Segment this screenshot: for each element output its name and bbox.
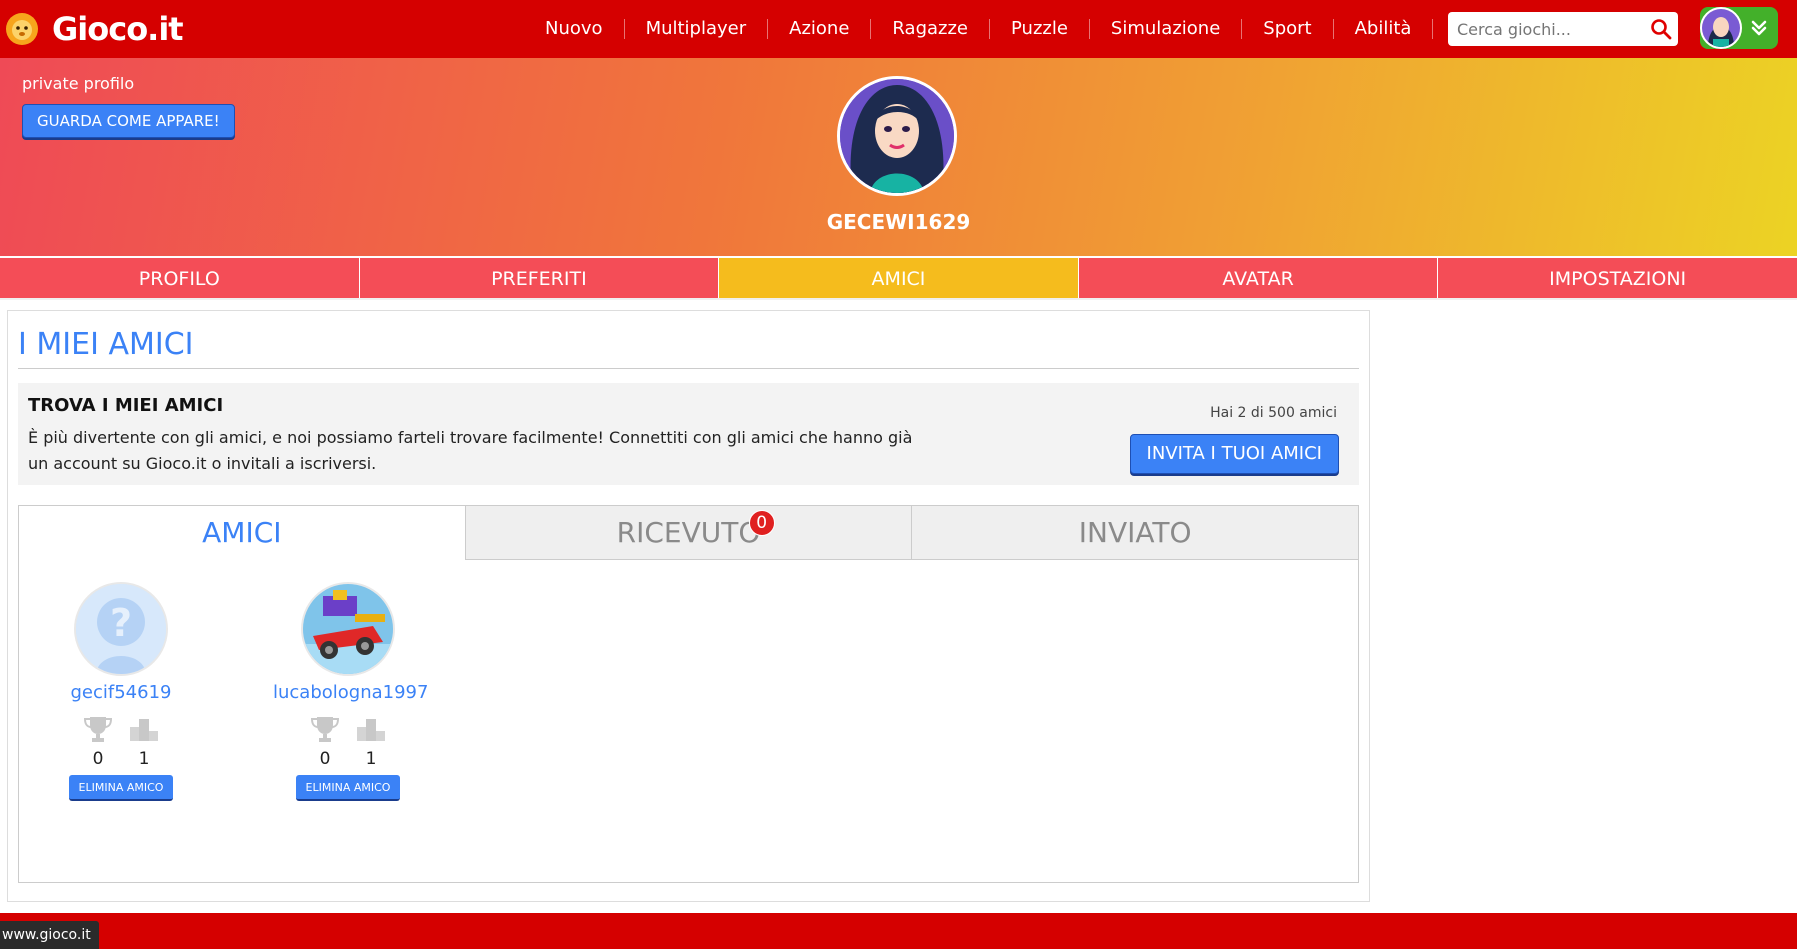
nav-item-simulazione[interactable]: Simulazione: [1088, 19, 1241, 39]
subtab-inviato[interactable]: INVIATO: [911, 506, 1359, 560]
invite-friends-button[interactable]: INVITA I TUOI AMICI: [1129, 434, 1339, 474]
svg-text:?: ?: [110, 601, 132, 645]
nav-item-abilita[interactable]: Abilità: [1332, 19, 1433, 39]
friend-name[interactable]: gecif54619: [46, 682, 196, 703]
find-friends-description: È più divertente con gli amici, e noi po…: [28, 428, 913, 473]
nav-item-sport[interactable]: Sport: [1241, 19, 1332, 39]
footer-bar: [0, 913, 1797, 949]
main-nav: Nuovo Multiplayer Azione Ragazze Puzzle …: [524, 0, 1528, 58]
rank-stat: 1: [348, 715, 394, 769]
user-menu-button[interactable]: [1700, 7, 1778, 49]
top-navbar: Gioco.it Nuovo Multiplayer Azione Ragazz…: [0, 0, 1797, 58]
tab-preferiti[interactable]: PREFERITI: [359, 258, 720, 298]
friend-card: lucabologna1997 0 1 ELIMINA AMICO: [273, 582, 428, 801]
friends-subtabs: AMICI RICEVUTO 0 INVIATO: [19, 506, 1359, 560]
unknown-user-icon: ?: [76, 584, 166, 674]
friend-card: ? gecif54619 0 1 ELIMINA AMICO: [46, 582, 196, 801]
subtab-amici[interactable]: AMICI: [19, 506, 465, 560]
friend-stats: 0 1: [273, 715, 423, 769]
subtab-ricevuto-label: RICEVUTO: [616, 516, 761, 549]
title-divider: [18, 368, 1359, 369]
rank-stat: 1: [121, 715, 167, 769]
find-friends-box: TROVA I MIEI AMICI È più divertente con …: [18, 383, 1359, 485]
friend-avatar[interactable]: [301, 582, 395, 676]
logo-text: Gioco.it: [52, 10, 184, 48]
find-friends-title: TROVA I MIEI AMICI: [28, 395, 224, 416]
trophy-icon: [83, 717, 113, 742]
subtab-ricevuto[interactable]: RICEVUTO 0: [464, 506, 912, 560]
subtab-amici-label: AMICI: [202, 516, 282, 549]
private-profile-label: private profilo: [22, 74, 135, 93]
lion-mascot-icon: [6, 13, 38, 45]
profile-avatar[interactable]: [837, 76, 957, 196]
rank-value: 1: [365, 749, 377, 769]
profile-avatar-image: [840, 79, 954, 193]
search-icon[interactable]: [1650, 18, 1672, 40]
received-count-badge: 0: [748, 510, 775, 536]
trophies-value: 0: [92, 749, 104, 769]
friend-stats: 0 1: [46, 715, 196, 769]
site-logo[interactable]: Gioco.it: [4, 10, 184, 48]
trophies-stat: 0: [75, 715, 121, 769]
remove-friend-button[interactable]: ELIMINA AMICO: [68, 775, 174, 801]
status-bar-url: www.gioco.it: [0, 921, 99, 949]
trophy-icon: [310, 717, 340, 742]
friends-card: I MIEI AMICI TROVA I MIEI AMICI È più di…: [7, 310, 1370, 902]
rank-value: 1: [138, 749, 150, 769]
friends-panel: AMICI RICEVUTO 0 INVIATO ? gecif54619 0 …: [18, 505, 1359, 883]
profile-username: GECEWI1629: [826, 210, 971, 234]
search-input[interactable]: [1448, 12, 1638, 46]
tab-amici[interactable]: AMICI: [719, 258, 1079, 298]
friend-avatar[interactable]: ?: [74, 582, 168, 676]
nav-item-puzzle[interactable]: Puzzle: [989, 19, 1089, 39]
podium-icon: [357, 719, 385, 741]
page-title: I MIEI AMICI: [18, 327, 194, 362]
podium-icon: [130, 719, 158, 741]
tab-profilo[interactable]: PROFILO: [0, 258, 360, 298]
game-avatar-image: [303, 584, 393, 674]
user-avatar: [1700, 7, 1742, 49]
friends-count-text: Hai 2 di 500 amici: [1210, 405, 1337, 421]
profile-hero: private profilo GUARDA COME APPARE! GECE…: [0, 58, 1797, 256]
profile-tabs: PROFILO PREFERITI AMICI AVATAR IMPOSTAZI…: [0, 258, 1797, 300]
user-avatar-image: [1702, 9, 1740, 47]
friend-name[interactable]: lucabologna1997: [273, 682, 428, 703]
search-box: [1448, 12, 1678, 46]
tab-avatar[interactable]: AVATAR: [1078, 258, 1439, 298]
nav-item-multiplayer[interactable]: Multiplayer: [623, 19, 768, 39]
trophies-stat: 0: [302, 715, 348, 769]
tab-impostazioni[interactable]: IMPOSTAZIONI: [1438, 258, 1797, 298]
nav-item-azione[interactable]: Azione: [767, 19, 870, 39]
nav-item-ragazze[interactable]: Ragazze: [870, 19, 989, 39]
subtab-inviato-label: INVIATO: [1078, 516, 1192, 549]
remove-friend-button[interactable]: ELIMINA AMICO: [295, 775, 401, 801]
view-as-public-button[interactable]: GUARDA COME APPARE!: [22, 104, 235, 138]
nav-item-nuovo[interactable]: Nuovo: [524, 19, 624, 39]
double-chevron-down-icon: [1751, 20, 1767, 36]
trophies-value: 0: [319, 749, 331, 769]
